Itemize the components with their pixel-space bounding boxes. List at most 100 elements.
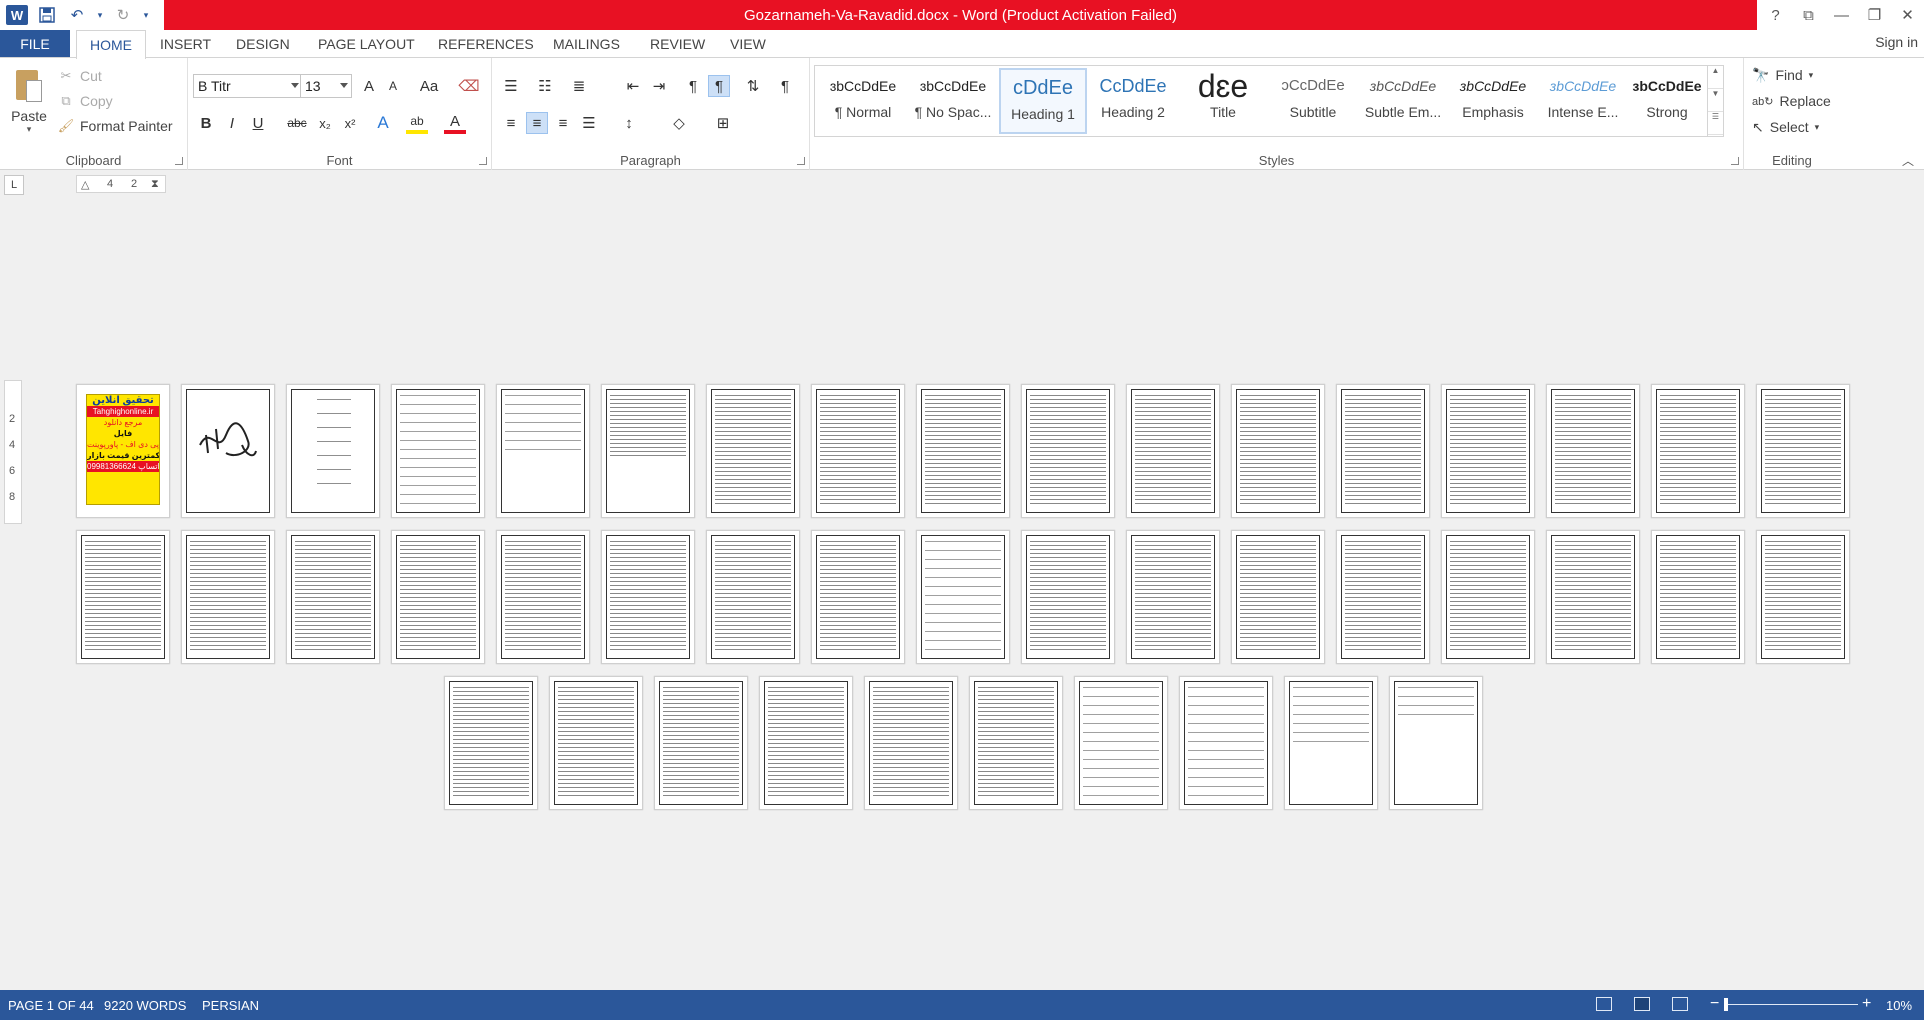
restore-icon[interactable]: ❐ xyxy=(1858,0,1891,30)
ltr-direction-icon[interactable]: ¶ xyxy=(682,75,704,97)
page-thumbnail[interactable] xyxy=(1651,530,1745,664)
gallery-up-icon[interactable]: ▲ xyxy=(1708,66,1723,89)
minimize-icon[interactable]: — xyxy=(1825,0,1858,30)
paste-dropdown-icon[interactable]: ▾ xyxy=(8,124,50,135)
page-thumbnail[interactable] xyxy=(549,676,643,810)
page-thumbnail[interactable] xyxy=(1389,676,1483,810)
zoom-out-icon[interactable]: − xyxy=(1710,995,1719,1013)
shading-icon[interactable]: ◇ xyxy=(668,112,690,134)
style-subtle-emphasis[interactable]: ɜbCcDdEe Subtle Em... xyxy=(1359,68,1447,134)
justify-icon[interactable]: ☰ xyxy=(578,112,600,134)
page-thumbnail[interactable] xyxy=(601,530,695,664)
style-subtitle[interactable]: ↄCcDdEe Subtitle xyxy=(1269,68,1357,134)
page-thumbnail[interactable] xyxy=(1231,530,1325,664)
style-emphasis[interactable]: ɜbCcDdEe Emphasis xyxy=(1449,68,1537,134)
styles-dialog-launcher[interactable] xyxy=(1731,157,1739,165)
page-thumbnail[interactable] xyxy=(654,676,748,810)
page-thumbnail[interactable] xyxy=(916,384,1010,518)
paragraph-dialog-launcher[interactable] xyxy=(797,157,805,165)
tab-view[interactable]: VIEW xyxy=(722,30,774,58)
style-normal[interactable]: ɜbCcDdEe ¶ Normal xyxy=(819,68,907,134)
select-button[interactable]: ↖ Select ▾ xyxy=(1752,116,1819,138)
font-dialog-launcher[interactable] xyxy=(479,157,487,165)
highlight-icon[interactable]: ab xyxy=(406,112,428,134)
page-thumbnail[interactable] xyxy=(811,530,905,664)
page-thumbnail[interactable] xyxy=(1284,676,1378,810)
page-thumbnail[interactable] xyxy=(1074,676,1168,810)
page-thumbnail[interactable] xyxy=(1441,384,1535,518)
horizontal-ruler[interactable]: △ 4 2 ⧗ xyxy=(76,175,166,193)
style-no-spacing[interactable]: ɜbCcDdEe ¶ No Spac... xyxy=(909,68,997,134)
tab-design[interactable]: DESIGN xyxy=(228,30,298,58)
help-icon[interactable]: ? xyxy=(1759,0,1792,30)
tab-file[interactable]: FILE xyxy=(0,30,70,58)
font-size-combo[interactable]: 13 xyxy=(300,74,352,98)
page-thumbnail[interactable] xyxy=(1756,530,1850,664)
page-thumbnail[interactable] xyxy=(1336,384,1430,518)
tab-references[interactable]: REFERENCES xyxy=(430,30,542,58)
page-thumbnail[interactable] xyxy=(1756,384,1850,518)
ribbon-display-options-icon[interactable]: ⧉ xyxy=(1792,0,1825,30)
decrease-indent-icon[interactable]: ⇤ xyxy=(622,75,644,97)
align-right-icon[interactable]: ≡ xyxy=(552,112,574,134)
font-color-icon[interactable]: A xyxy=(444,112,466,134)
page-thumbnail[interactable] xyxy=(286,530,380,664)
page-thumbnail[interactable] xyxy=(1021,384,1115,518)
word-logo-icon[interactable]: W xyxy=(6,5,28,25)
text-effects-icon[interactable]: A xyxy=(372,112,394,134)
collapse-ribbon-icon[interactable]: ︿ xyxy=(1902,152,1914,169)
page-thumbnail[interactable] xyxy=(181,530,275,664)
subscript-icon[interactable]: x₂ xyxy=(314,112,336,134)
style-intense-emphasis[interactable]: ɜbCcDdEe Intense E... xyxy=(1539,68,1627,134)
align-left-icon[interactable]: ≡ xyxy=(500,112,522,134)
page-count[interactable]: PAGE 1 OF 44 xyxy=(8,998,94,1013)
clear-formatting-icon[interactable]: ⌫ xyxy=(458,75,480,97)
page-thumbnail[interactable] xyxy=(864,676,958,810)
indent-marker-icon[interactable]: △ xyxy=(81,178,89,191)
tab-selector[interactable]: L xyxy=(4,175,24,195)
page-thumbnail[interactable] xyxy=(1126,384,1220,518)
grow-font-icon[interactable]: A xyxy=(358,75,380,97)
save-icon[interactable] xyxy=(36,4,58,26)
page-thumbnail[interactable] xyxy=(969,676,1063,810)
page-thumbnail[interactable]: تحقیق آنلاین Tahghighonline.ir مرجع دانل… xyxy=(76,384,170,518)
page-thumbnail[interactable] xyxy=(1126,530,1220,664)
font-family-combo[interactable]: B Titr xyxy=(193,74,303,98)
borders-icon[interactable]: ⊞ xyxy=(712,112,734,134)
zoom-slider-thumb[interactable] xyxy=(1724,998,1728,1011)
page-thumbnail[interactable] xyxy=(1546,530,1640,664)
tab-mailings[interactable]: MAILINGS xyxy=(545,30,628,58)
style-strong[interactable]: ɜbCcDdEe Strong xyxy=(1629,68,1705,134)
bold-icon[interactable]: B xyxy=(195,112,217,134)
line-spacing-icon[interactable]: ↕ xyxy=(618,112,640,134)
language-indicator[interactable]: PERSIAN xyxy=(202,998,259,1013)
close-icon[interactable]: ✕ xyxy=(1891,0,1924,30)
multilevel-list-icon[interactable]: ≣ xyxy=(568,75,590,97)
page-thumbnail[interactable] xyxy=(1651,384,1745,518)
page-thumbnail[interactable] xyxy=(181,384,275,518)
customize-qat-icon[interactable]: ▾ xyxy=(142,4,150,26)
align-center-icon[interactable]: ≡ xyxy=(526,112,548,134)
tab-page-layout[interactable]: PAGE LAYOUT xyxy=(310,30,423,58)
find-button[interactable]: 🔭 Find ▾ xyxy=(1752,64,1813,86)
print-layout-icon[interactable] xyxy=(1634,997,1650,1011)
style-title[interactable]: dɛe Title xyxy=(1179,68,1267,134)
undo-icon[interactable]: ↶ xyxy=(66,4,88,26)
page-thumbnail[interactable] xyxy=(916,530,1010,664)
page-thumbnail[interactable] xyxy=(76,530,170,664)
page-thumbnail[interactable] xyxy=(706,384,800,518)
numbering-icon[interactable]: ☷ xyxy=(534,75,556,97)
sign-in-link[interactable]: Sign in xyxy=(1875,34,1918,50)
clipboard-dialog-launcher[interactable] xyxy=(175,157,183,165)
style-heading-2[interactable]: CcDdEe Heading 2 xyxy=(1089,68,1177,134)
tab-insert[interactable]: INSERT xyxy=(152,30,219,58)
redo-icon[interactable]: ↻ xyxy=(112,4,134,26)
format-painter-button[interactable]: 🖌 Format Painter xyxy=(58,115,173,137)
page-thumbnail[interactable] xyxy=(759,676,853,810)
underline-icon[interactable]: U xyxy=(247,112,269,134)
paste-button[interactable]: Paste ▾ xyxy=(8,66,50,135)
page-thumbnail[interactable] xyxy=(286,384,380,518)
increase-indent-icon[interactable]: ⇥ xyxy=(648,75,670,97)
right-indent-marker-icon[interactable]: ⧗ xyxy=(151,178,159,191)
shrink-font-icon[interactable]: A xyxy=(382,75,404,97)
